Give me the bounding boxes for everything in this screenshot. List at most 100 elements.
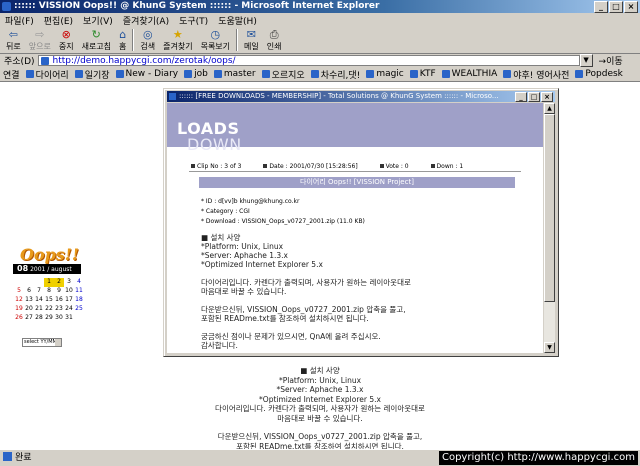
- search-button[interactable]: ◎ 검색: [136, 27, 159, 53]
- calendar-day-cell[interactable]: 27: [24, 314, 34, 323]
- calendar-day-cell[interactable]: 9: [54, 287, 64, 296]
- category: * Category : CGI: [201, 208, 250, 215]
- page-icon: [25, 70, 34, 78]
- calendar-day-cell[interactable]: 21: [34, 305, 44, 314]
- calendar-day-cell[interactable]: 2: [54, 278, 64, 287]
- menu-tools[interactable]: 도구(T): [174, 14, 213, 27]
- menu-file[interactable]: 파일(F): [0, 14, 39, 27]
- calendar-day-cell[interactable]: 5: [14, 287, 24, 296]
- maximize-button[interactable]: □: [609, 1, 623, 13]
- calendar-day-cell[interactable]: 23: [54, 305, 64, 314]
- clip-description: ■ 설치 사양 *Platform: Unix, Linux *Server: …: [201, 233, 411, 350]
- calendar-day-cell[interactable]: 22: [44, 305, 54, 314]
- refresh-icon: ↻: [91, 27, 101, 41]
- clip-meta: * ID : d[vv]b khung@khung.co.kr * Catego…: [201, 197, 365, 227]
- favorites-button[interactable]: ★ 즐겨찾기: [159, 27, 196, 53]
- download-link[interactable]: * Download : VISSION_Oops_v0727_2001.zip…: [201, 217, 365, 227]
- link-item[interactable]: 오르지오: [259, 68, 308, 81]
- calendar-day-cell[interactable]: 7: [34, 287, 44, 296]
- copyright-notice: Copyright(c) http://www.happycgi.com: [438, 451, 638, 465]
- calendar-day-cell[interactable]: 28: [34, 314, 44, 323]
- calendar-day-cell[interactable]: 30: [54, 314, 64, 323]
- calendar-day-cell[interactable]: 1: [44, 278, 54, 287]
- page-icon: [184, 70, 193, 78]
- status-text: 완료: [15, 453, 32, 463]
- month-select[interactable]: select YY/MM: [22, 338, 62, 347]
- link-item[interactable]: 차수리,댓!: [308, 68, 364, 81]
- toolbar-separator: [236, 29, 239, 51]
- calendar-day-cell[interactable]: 3: [64, 278, 74, 287]
- calendar-day-cell[interactable]: 13: [24, 296, 34, 305]
- refresh-button[interactable]: ↻ 새로고침: [78, 27, 115, 53]
- forward-arrow-icon: ⇨: [35, 27, 45, 41]
- calendar-day-cell: [24, 278, 34, 287]
- calendar-day-cell[interactable]: 26: [14, 314, 24, 323]
- link-item[interactable]: WEALTHIA: [439, 69, 501, 79]
- subject-bar: 다이어리 Oops!! [VISSION Project]: [199, 177, 515, 188]
- clip-downloads: Down : 1: [436, 163, 464, 170]
- calendar-week: 5 6 7 8 9 10 11: [14, 287, 84, 296]
- link-item[interactable]: 야후! 영어사전: [500, 68, 572, 81]
- popup-minimize-button[interactable]: _: [515, 92, 527, 102]
- scroll-up-button[interactable]: ▲: [544, 103, 555, 114]
- menu-favorites[interactable]: 즐겨찾기(A): [118, 14, 174, 27]
- mail-icon: ✉: [246, 27, 256, 41]
- calendar-day-cell[interactable]: 8: [44, 287, 54, 296]
- calendar-week: 26 27 28 29 30 31: [14, 314, 84, 323]
- link-item[interactable]: magic: [363, 69, 406, 79]
- author-id[interactable]: * ID : d[vv]b khung@khung.co.kr: [201, 197, 365, 207]
- close-button[interactable]: ×: [624, 1, 638, 13]
- calendar-day-cell[interactable]: 6: [24, 287, 34, 296]
- page-icon: [115, 70, 124, 78]
- stop-button[interactable]: ⊗ 중지: [55, 27, 78, 53]
- calendar-day-cell[interactable]: 10: [64, 287, 74, 296]
- calendar-day-cell[interactable]: 14: [34, 296, 44, 305]
- calendar-day-cell[interactable]: 25: [74, 305, 84, 314]
- link-item[interactable]: Popdesk: [572, 69, 625, 79]
- forward-button[interactable]: ⇨ 앞으로: [25, 27, 55, 53]
- calendar-day-cell[interactable]: 17: [64, 296, 74, 305]
- minimize-button[interactable]: _: [594, 1, 608, 13]
- link-item[interactable]: 일기장: [72, 68, 113, 81]
- link-item[interactable]: master: [211, 69, 259, 79]
- calendar-day-cell[interactable]: 4: [74, 278, 84, 287]
- window-title: :::::: VISSION Oops!! @ KhunG System :::…: [14, 1, 380, 11]
- link-item[interactable]: KTF: [407, 69, 439, 79]
- popup-scrollbar[interactable]: ▲ ▼: [544, 103, 555, 353]
- back-button[interactable]: ⇦ 뒤로: [2, 27, 25, 53]
- calendar-day-cell[interactable]: 15: [44, 296, 54, 305]
- calendar-day-cell[interactable]: 12: [14, 296, 24, 305]
- address-input[interactable]: http://demo.happycgi.com/zerotak/oops/: [37, 55, 580, 66]
- popup-maximize-button[interactable]: □: [528, 92, 540, 102]
- stop-icon: ⊗: [61, 27, 71, 41]
- history-button[interactable]: ◷ 목록보기: [197, 27, 234, 53]
- mail-button[interactable]: ✉ 메일: [240, 27, 263, 53]
- clip-votes: Vote : 0: [385, 163, 409, 170]
- calendar-day-cell[interactable]: 29: [44, 314, 54, 323]
- menu-help[interactable]: 도움말(H): [213, 14, 262, 27]
- address-dropdown-button[interactable]: ▼: [579, 54, 593, 67]
- calendar-day-cell[interactable]: 19: [14, 305, 24, 314]
- menu-bar: 파일(F) 편집(E) 보기(V) 즐겨찾기(A) 도구(T) 도움말(H): [0, 13, 640, 28]
- oops-logo: Oops!!: [20, 245, 79, 264]
- scroll-down-button[interactable]: ▼: [544, 342, 555, 353]
- scroll-thumb[interactable]: [544, 114, 555, 302]
- calendar-day-cell[interactable]: 24: [64, 305, 74, 314]
- link-item[interactable]: 다이어리: [23, 68, 72, 81]
- calendar-day-cell[interactable]: 20: [24, 305, 34, 314]
- print-button[interactable]: ⎙ 인쇄: [263, 27, 286, 53]
- calendar-day-cell[interactable]: 31: [64, 314, 74, 323]
- window-title-bar: :::::: VISSION Oops!! @ KhunG System :::…: [0, 0, 640, 13]
- page-icon: [503, 70, 512, 78]
- calendar-day-cell[interactable]: 11: [74, 287, 84, 296]
- link-item[interactable]: New - Diary: [113, 69, 182, 79]
- popup-close-button[interactable]: ×: [541, 92, 553, 102]
- calendar-day-cell[interactable]: 18: [74, 296, 84, 305]
- link-item[interactable]: job: [181, 69, 211, 79]
- menu-view[interactable]: 보기(V): [78, 14, 118, 27]
- go-button[interactable]: →이동: [593, 54, 623, 67]
- ie-icon: [2, 2, 11, 11]
- calendar-day-cell[interactable]: 16: [54, 296, 64, 305]
- home-button[interactable]: ⌂ 홈: [115, 27, 130, 53]
- menu-edit[interactable]: 편집(E): [39, 14, 78, 27]
